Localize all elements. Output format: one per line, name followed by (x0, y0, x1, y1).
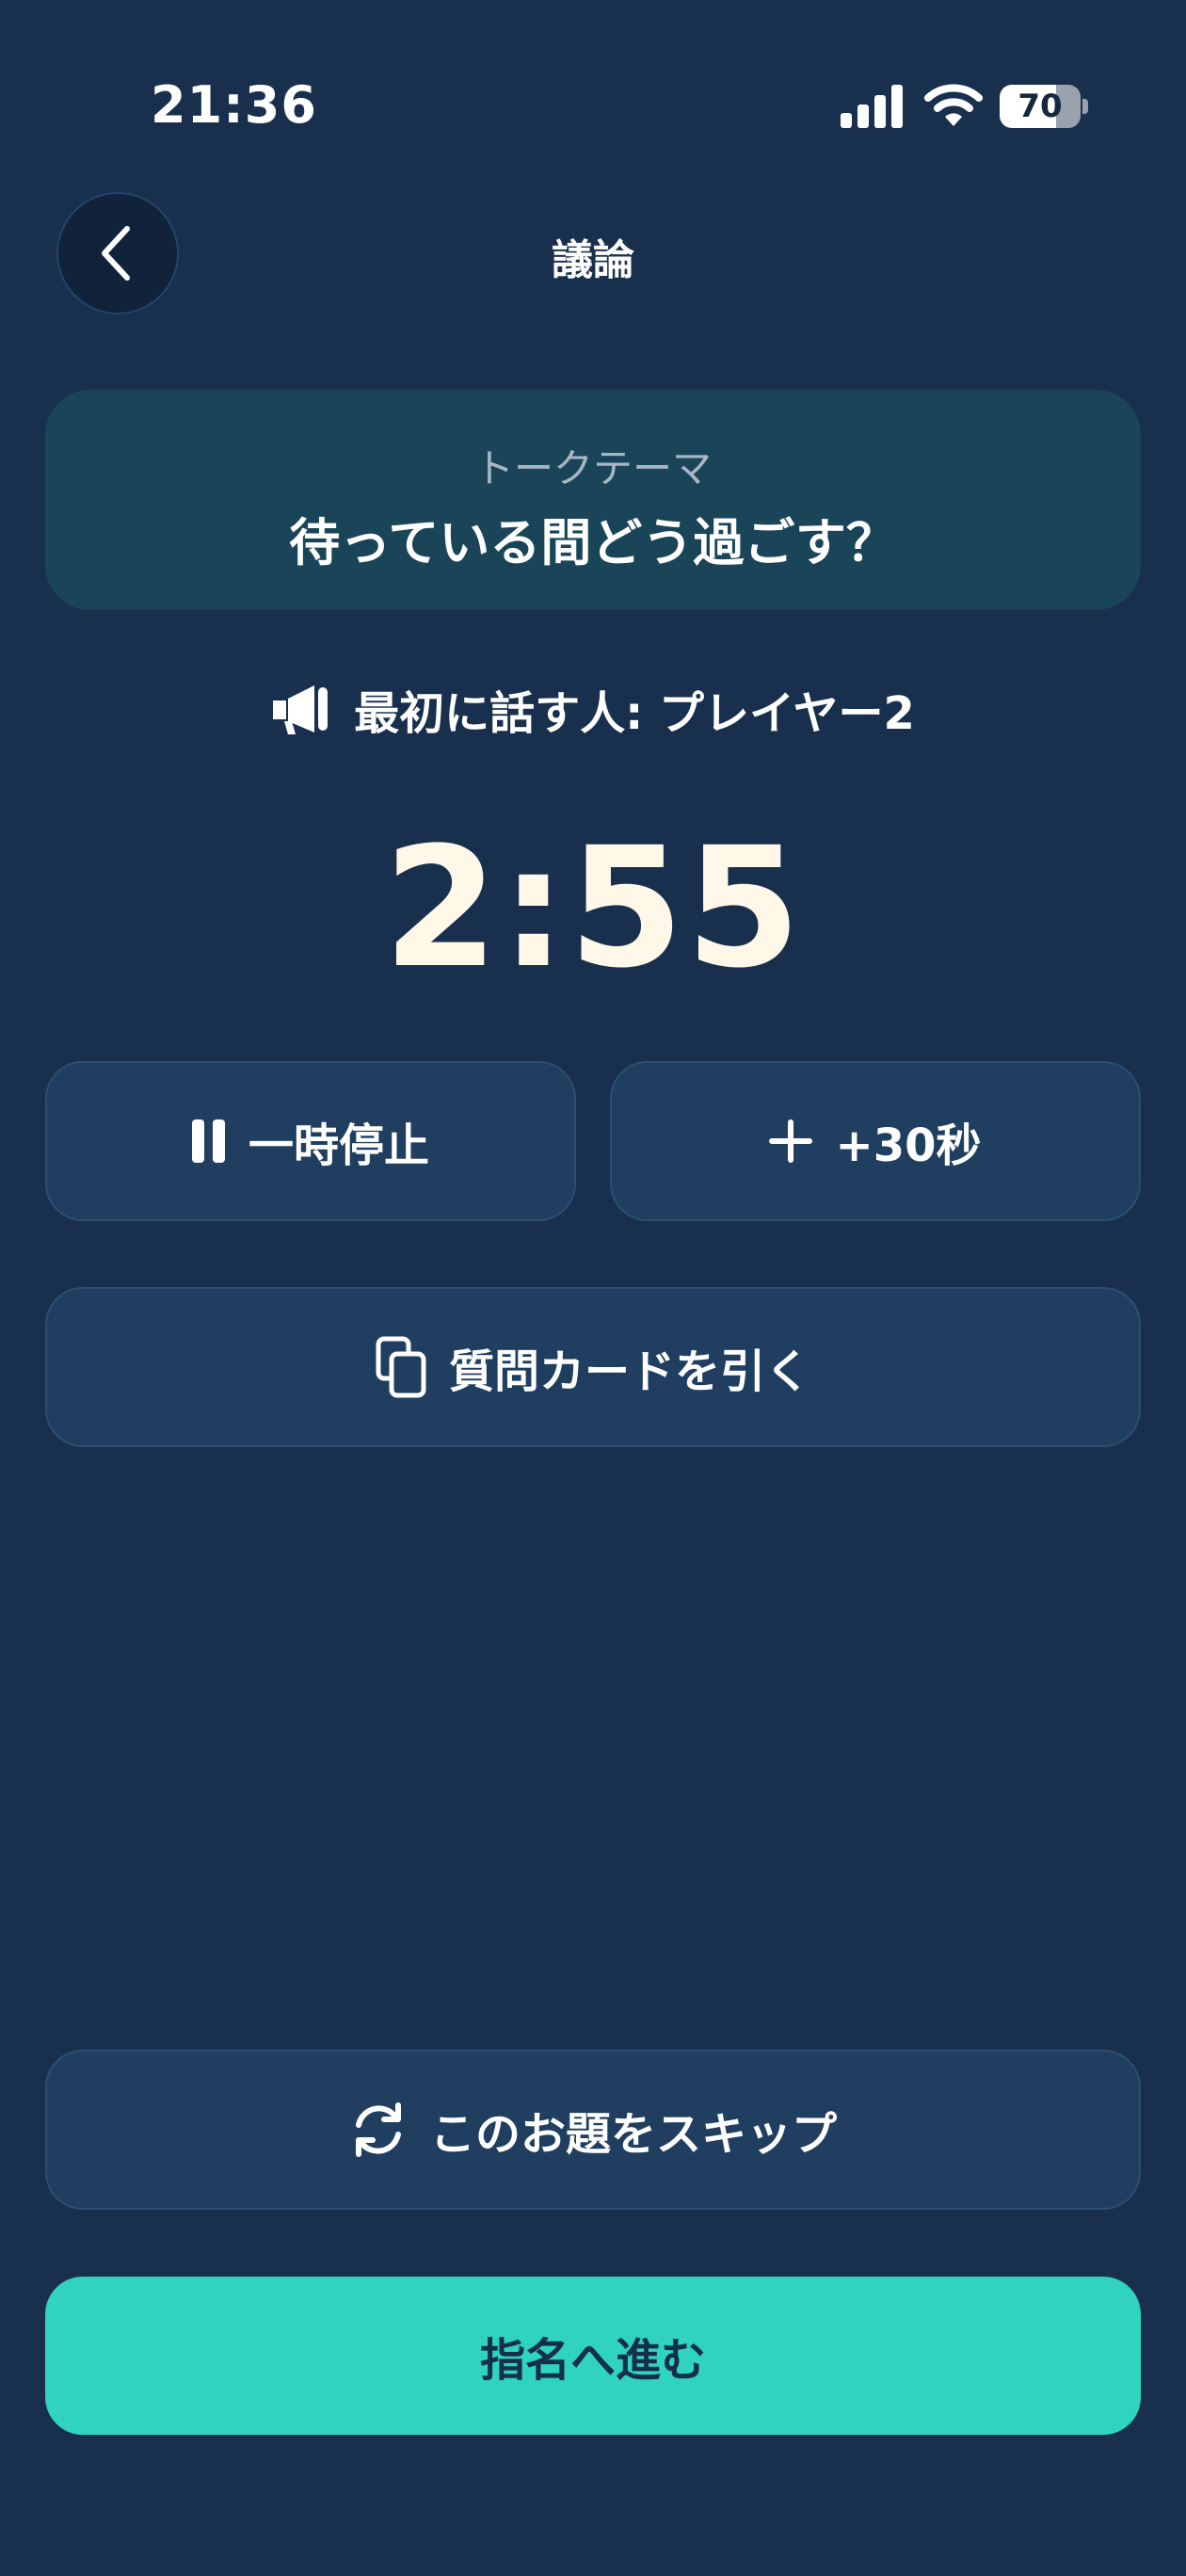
first-speaker-row: 最初に話す人: プレイヤー2 (0, 678, 1186, 740)
cellular-signal-icon (841, 85, 903, 128)
wifi-icon (924, 84, 983, 126)
topic-label: トークテーマ (473, 445, 712, 491)
topic-card: トークテーマ 待っている間どう過ごす？ (45, 390, 1141, 610)
topic-text: 待っている間どう過ごす？ (289, 513, 897, 572)
proceed-label: 指名へ進む (479, 2334, 706, 2387)
first-speaker-text: 最初に話す人: プレイヤー2 (354, 687, 915, 740)
status-time: 21:36 (151, 75, 317, 135)
draw-card-label: 質問カードを引く (448, 1345, 810, 1398)
plus-icon (769, 1119, 813, 1163)
pause-button[interactable]: 一時停止 (45, 1061, 576, 1221)
chevron-left-icon (102, 226, 130, 281)
copy-cards-icon (376, 1336, 426, 1398)
battery-level: 70 (1018, 88, 1063, 125)
skip-label: このお題をスキップ (429, 2108, 837, 2161)
megaphone-icon (273, 685, 329, 734)
countdown-timer: 2:55 (383, 812, 803, 1005)
pause-icon (191, 1119, 225, 1163)
draw-question-card-button[interactable]: 質問カードを引く (45, 1287, 1141, 1447)
add-time-label: +30秒 (835, 1119, 982, 1172)
skip-topic-button[interactable]: このお題をスキップ (45, 2050, 1141, 2210)
proceed-to-nomination-button[interactable]: 指名へ進む (45, 2277, 1141, 2435)
add-30s-button[interactable]: +30秒 (610, 1061, 1141, 1221)
page-title: 議論 (552, 236, 634, 284)
pause-label: 一時停止 (248, 1119, 429, 1172)
battery-indicator: 70 (1000, 85, 1088, 128)
back-button[interactable] (56, 192, 179, 314)
refresh-icon (355, 2102, 401, 2157)
